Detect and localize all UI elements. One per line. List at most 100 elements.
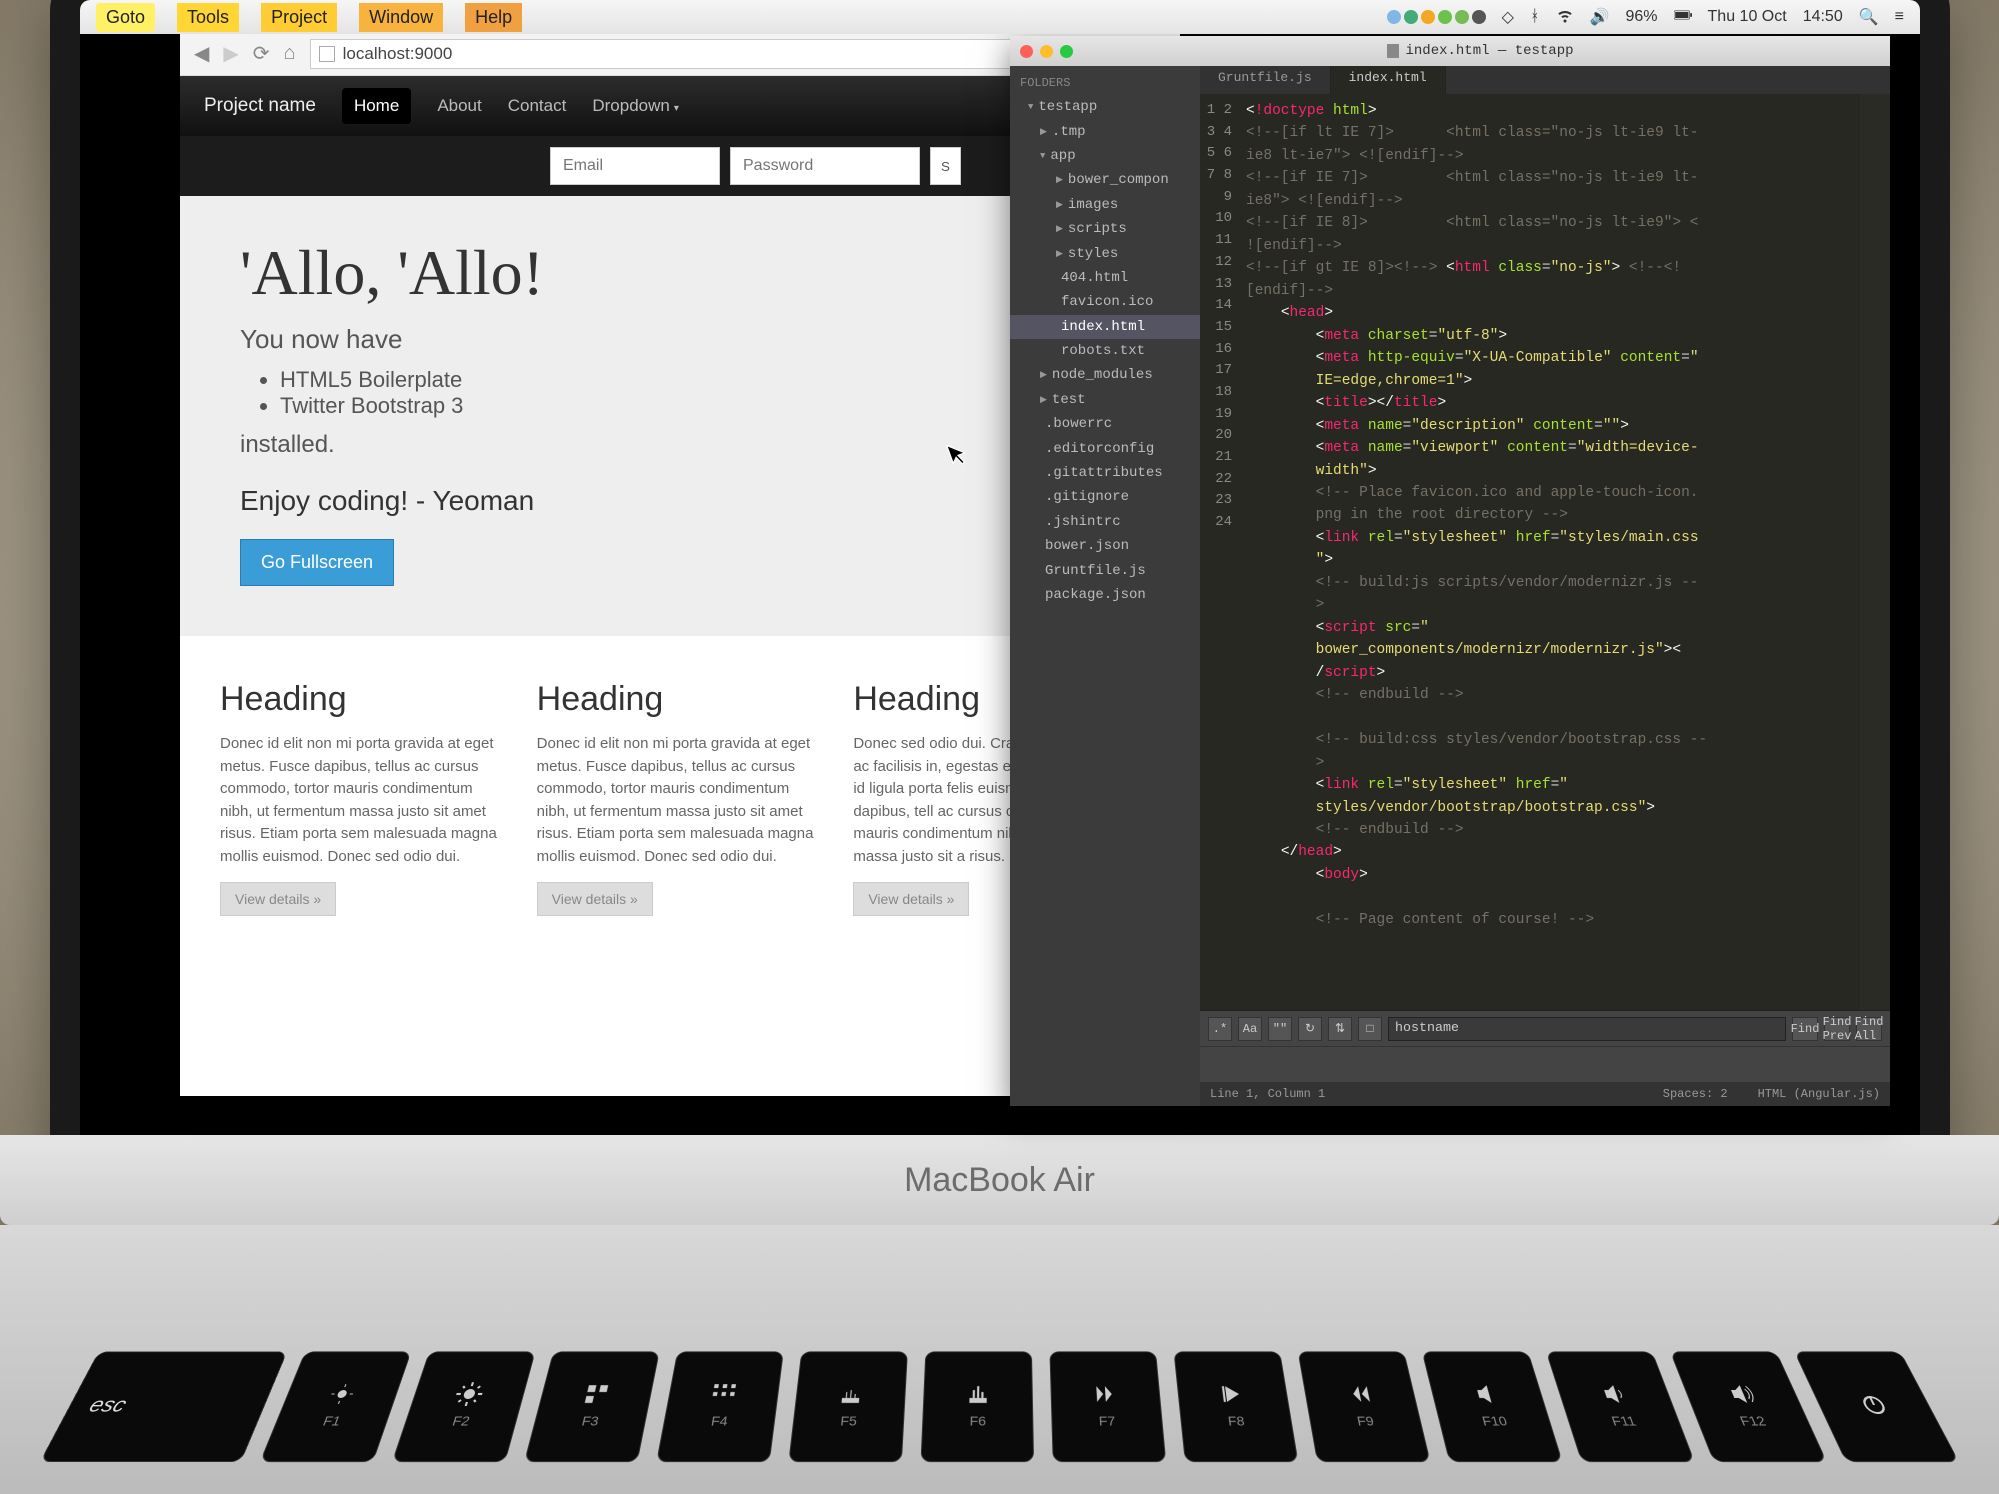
- find-button[interactable]: Find: [1792, 1017, 1818, 1041]
- minimap[interactable]: [1860, 94, 1890, 1010]
- code-area[interactable]: 1 2 3 4 5 6 7 8 9 10 11 12 13 14 15 16 1…: [1200, 94, 1890, 1010]
- replace-bar: [1200, 1046, 1890, 1082]
- close-icon[interactable]: [1020, 45, 1033, 58]
- reload-button[interactable]: ⟳: [253, 41, 270, 66]
- key-f6: F6: [920, 1351, 1034, 1462]
- file-node[interactable]: bower.json: [1010, 534, 1200, 558]
- key-f9: F9: [1297, 1351, 1430, 1462]
- file-node[interactable]: robots.txt: [1010, 339, 1200, 363]
- address-bar[interactable]: localhost:9000: [310, 39, 1045, 69]
- document-icon: [1387, 44, 1399, 58]
- file-node[interactable]: .gitignore: [1010, 485, 1200, 509]
- brand[interactable]: Project name: [204, 95, 316, 117]
- folder-node[interactable]: ▶node_modules: [1010, 363, 1200, 387]
- home-button[interactable]: ⌂: [284, 42, 296, 65]
- back-button[interactable]: ◀: [194, 41, 209, 66]
- editor-titlebar: index.html — testapp: [1010, 36, 1890, 66]
- code-content[interactable]: <!doctype html> <!--[if lt IE 7]> <html …: [1240, 94, 1860, 1010]
- signin-button[interactable]: S: [930, 147, 961, 185]
- battery-percent: 96%: [1626, 8, 1658, 26]
- file-node[interactable]: .jshintrc: [1010, 510, 1200, 534]
- key-f11: F11: [1546, 1351, 1695, 1462]
- key-f3: F3: [524, 1351, 660, 1462]
- file-node[interactable]: 404.html: [1010, 266, 1200, 290]
- wrap-toggle[interactable]: ↻: [1298, 1017, 1322, 1041]
- editor-title: index.html — testapp: [1405, 43, 1573, 59]
- minimize-icon[interactable]: [1040, 45, 1053, 58]
- sidebar-header: FOLDERS: [1010, 72, 1200, 95]
- menu-help[interactable]: Help: [465, 3, 522, 32]
- menu-project[interactable]: Project: [261, 3, 337, 32]
- fullscreen-button[interactable]: Go Fullscreen: [240, 539, 394, 586]
- bullet-boilerplate: HTML5 Boilerplate: [280, 367, 1120, 393]
- details-button[interactable]: View details »: [537, 882, 653, 916]
- page-icon: [319, 46, 335, 62]
- word-toggle[interactable]: "": [1268, 1017, 1292, 1041]
- folder-node[interactable]: ▶test: [1010, 388, 1200, 412]
- wifi-icon[interactable]: [1556, 6, 1574, 29]
- spotlight-icon[interactable]: 🔍: [1859, 7, 1879, 27]
- nav-about[interactable]: About: [437, 96, 481, 116]
- find-prev-button[interactable]: Find Prev: [1824, 1017, 1850, 1041]
- notification-center-icon[interactable]: ≡: [1895, 8, 1904, 26]
- zoom-icon[interactable]: [1060, 45, 1073, 58]
- folder-node[interactable]: ▶images: [1010, 193, 1200, 217]
- menubar-time: 14:50: [1803, 8, 1843, 26]
- volume-icon[interactable]: 🔊: [1590, 7, 1610, 27]
- tab-gruntfile[interactable]: Gruntfile.js: [1200, 66, 1331, 94]
- find-input[interactable]: [1388, 1017, 1786, 1041]
- key-f2: F2: [392, 1351, 536, 1462]
- file-node[interactable]: .editorconfig: [1010, 437, 1200, 461]
- file-node[interactable]: index.html: [1010, 315, 1200, 339]
- menu-window[interactable]: Window: [359, 3, 443, 32]
- menubar-date: Thu 10 Oct: [1708, 8, 1787, 26]
- file-node[interactable]: .gitattributes: [1010, 461, 1200, 485]
- folder-node[interactable]: ▶scripts: [1010, 217, 1200, 241]
- nav-dropdown[interactable]: Dropdown▾: [592, 96, 679, 116]
- highlight-toggle[interactable]: □: [1358, 1017, 1382, 1041]
- details-button[interactable]: View details »: [220, 882, 336, 916]
- file-node[interactable]: .bowerrc: [1010, 412, 1200, 436]
- tab-index-html[interactable]: index.html: [1331, 66, 1446, 94]
- menu-tools[interactable]: Tools: [177, 3, 239, 32]
- nav-home[interactable]: Home: [342, 88, 411, 124]
- status-syntax[interactable]: HTML (Angular.js): [1758, 1087, 1880, 1101]
- column-2: Heading Donec id elit non mi porta gravi…: [537, 680, 824, 916]
- file-node[interactable]: Gruntfile.js: [1010, 559, 1200, 583]
- bullet-bootstrap: Twitter Bootstrap 3: [280, 393, 1120, 419]
- regex-toggle[interactable]: .*: [1208, 1017, 1232, 1041]
- hero-bullets: HTML5 Boilerplate Twitter Bootstrap 3: [280, 367, 1120, 419]
- folder-node[interactable]: ▶bower_compon: [1010, 168, 1200, 192]
- nav-contact[interactable]: Contact: [508, 96, 567, 116]
- bluetooth-icon[interactable]: ᚼ: [1530, 8, 1540, 26]
- laptop-label: MacBook Air: [0, 1135, 1999, 1225]
- menu-goto[interactable]: Goto: [96, 3, 155, 32]
- url-text: localhost:9000: [343, 44, 453, 64]
- key-f5: F5: [788, 1351, 908, 1462]
- folder-node[interactable]: ▼testapp: [1010, 95, 1200, 119]
- email-input[interactable]: [550, 147, 720, 185]
- find-all-button[interactable]: Find All: [1856, 1017, 1882, 1041]
- keyboard: esc F1 F2 F3 F4 F5 F6 F7 F8 F9 F10 F11 F…: [0, 1225, 1999, 1494]
- details-button[interactable]: View details »: [853, 882, 969, 916]
- file-node[interactable]: package.json: [1010, 583, 1200, 607]
- case-toggle[interactable]: Aa: [1238, 1017, 1262, 1041]
- hero-enjoy: Enjoy coding! - Yeoman: [240, 485, 1120, 517]
- column-text: Donec id elit non mi porta gravida at eg…: [220, 733, 507, 868]
- folder-node[interactable]: ▶styles: [1010, 242, 1200, 266]
- editor-tabbar: Gruntfile.js index.html: [1200, 66, 1890, 94]
- dropbox-icon[interactable]: ◇: [1502, 7, 1514, 27]
- key-f8: F8: [1173, 1351, 1298, 1462]
- folder-node[interactable]: ▼app: [1010, 144, 1200, 168]
- forward-button[interactable]: ▶: [223, 41, 238, 66]
- password-input[interactable]: [730, 147, 920, 185]
- find-bar: .* Aa "" ↻ ⇅ □ Find Find Prev Find All: [1200, 1010, 1890, 1046]
- status-spaces[interactable]: Spaces: 2: [1663, 1087, 1728, 1101]
- macos-menubar: Goto Tools Project Window Help ◇ ᚼ: [80, 0, 1920, 34]
- column-heading: Heading: [220, 680, 507, 719]
- menubar-indicator-dots: [1387, 10, 1486, 24]
- folder-node[interactable]: ▶.tmp: [1010, 120, 1200, 144]
- hero-installed: installed.: [240, 431, 1120, 459]
- file-node[interactable]: favicon.ico: [1010, 290, 1200, 314]
- selection-toggle[interactable]: ⇅: [1328, 1017, 1352, 1041]
